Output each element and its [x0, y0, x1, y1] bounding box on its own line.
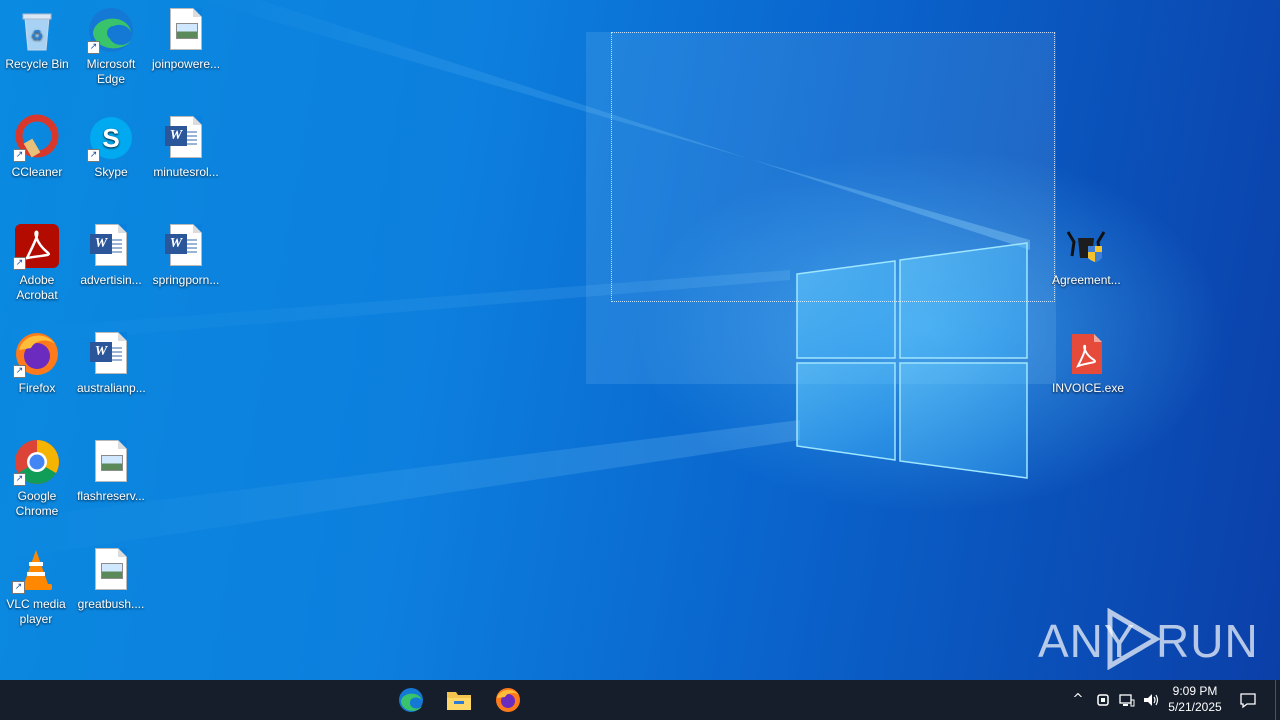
image-file-icon [87, 546, 135, 594]
shortcut-arrow-icon: ↗ [12, 581, 25, 594]
recycle-bin-label: Recycle Bin [5, 57, 69, 71]
taskbar-edge-button[interactable] [387, 680, 435, 720]
volume-icon[interactable] [1143, 692, 1159, 708]
edge-icon [399, 688, 423, 712]
svg-text:S: S [102, 123, 119, 153]
vlc-icon: ↗ [12, 546, 60, 594]
agreement-file[interactable]: Agreement... [1050, 216, 1122, 288]
microsoft-edge-label: Microsoft Edge [86, 57, 136, 86]
advertising-doc[interactable]: W advertisin... [75, 216, 147, 288]
image-file-icon [87, 438, 135, 486]
flashreserv-file[interactable]: flashreserv... [75, 432, 147, 504]
watermark-right-text: RUN [1156, 615, 1259, 667]
recycle-bin-shortcut[interactable]: ♻ Recycle Bin [1, 0, 73, 72]
ccleaner-icon: ↗ [13, 114, 61, 162]
pdf-document-icon [1062, 330, 1110, 378]
greatbush-file[interactable]: greatbush.... [75, 540, 147, 612]
shortcut-arrow-icon: ↗ [87, 149, 100, 162]
shortcut-arrow-icon: ↗ [87, 41, 100, 54]
taskbar-file-explorer-button[interactable] [435, 680, 483, 720]
show-desktop-button[interactable] [1275, 680, 1280, 720]
minutesrol-doc-label: minutesrol... [153, 165, 219, 179]
shortcut-arrow-icon: ↗ [13, 473, 26, 486]
word-document-icon: W [162, 114, 210, 162]
shortcut-arrow-icon: ↗ [13, 257, 26, 270]
word-document-icon: W [87, 330, 135, 378]
tray-overflow-chevron[interactable]: ^ [1070, 692, 1086, 708]
google-chrome-shortcut[interactable]: ↗ Google Chrome [1, 432, 73, 519]
vlc-shortcut[interactable]: ↗ VLC media player [0, 540, 72, 627]
minutesrol-doc[interactable]: W minutesrol... [150, 108, 222, 180]
invoice-exe-label: INVOICE.exe [1052, 381, 1125, 395]
joinpowere-file[interactable]: joinpowere... [150, 0, 222, 72]
springporn-doc-label: springporn... [152, 273, 220, 287]
edge-icon: ↗ [87, 6, 135, 54]
google-chrome-icon: ↗ [13, 438, 61, 486]
ccleaner-label: CCleaner [11, 165, 63, 179]
file-explorer-icon [447, 692, 471, 710]
greatbush-file-label: greatbush.... [77, 597, 145, 611]
adobe-acrobat-icon: ↗ [13, 222, 61, 270]
invoice-exe[interactable]: INVOICE.exe [1050, 324, 1125, 396]
microsoft-edge-shortcut[interactable]: ↗ Microsoft Edge [75, 0, 147, 87]
firefox-shortcut[interactable]: ↗ Firefox [1, 324, 73, 396]
advertising-doc-label: advertisin... [80, 273, 142, 287]
word-document-icon: W [162, 222, 210, 270]
firefox-icon: ↗ [13, 330, 61, 378]
network-icon[interactable] [1119, 692, 1135, 708]
action-center-icon[interactable] [1239, 691, 1256, 709]
skype-icon: S ↗ [87, 114, 135, 162]
flashreserv-file-label: flashreserv... [77, 489, 145, 503]
google-chrome-label: Google Chrome [15, 489, 59, 518]
system-clock[interactable]: 9:09 PM 5/21/2025 [1160, 683, 1230, 715]
svg-text:♻: ♻ [31, 28, 44, 44]
desktop-background[interactable]: ♻ Recycle Bin ↗ CCleaner ↗ Adobe Acrobat… [0, 0, 1280, 680]
skype-shortcut[interactable]: S ↗ Skype [75, 108, 147, 180]
clock-date: 5/21/2025 [1168, 700, 1222, 714]
play-logo-icon [1107, 608, 1160, 670]
selection-rectangle [611, 32, 1055, 302]
australian-doc-label: australianp... [77, 381, 146, 395]
taskbar-firefox-button[interactable] [484, 680, 532, 720]
shortcut-arrow-icon: ↗ [13, 149, 26, 162]
ccleaner-shortcut[interactable]: ↗ CCleaner [1, 108, 73, 180]
firefox-label: Firefox [18, 381, 56, 395]
firefox-icon [496, 688, 520, 712]
adobe-acrobat-label: Adobe Acrobat [16, 273, 58, 302]
vlc-label: VLC media player [6, 597, 66, 626]
agreement-file-label: Agreement... [1052, 273, 1121, 287]
shortcut-arrow-icon: ↗ [13, 365, 26, 378]
australian-doc[interactable]: W australianp... [75, 324, 147, 396]
adobe-acrobat-shortcut[interactable]: ↗ Adobe Acrobat [1, 216, 73, 303]
recycle-bin-icon: ♻ [13, 6, 61, 54]
taskbar: ^ 9:09 PM 5/21/2025 [0, 680, 1280, 720]
skype-label: Skype [94, 165, 128, 179]
tray-app-icon[interactable] [1095, 692, 1111, 708]
springporn-doc[interactable]: W springporn... [150, 216, 222, 288]
joinpowere-file-label: joinpowere... [152, 57, 221, 71]
image-file-icon [162, 6, 210, 54]
agreement-exe-icon [1062, 222, 1110, 270]
word-document-icon: W [87, 222, 135, 270]
clock-time: 9:09 PM [1172, 684, 1218, 698]
